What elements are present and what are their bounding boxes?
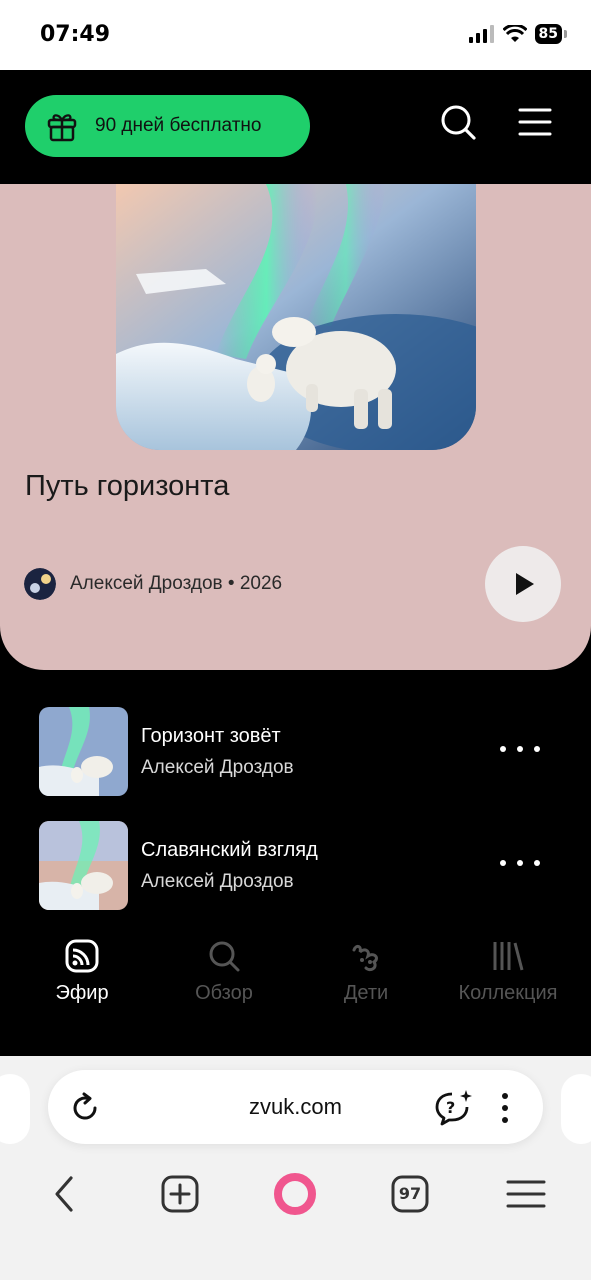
track-artist: Алексей Дроздов	[141, 757, 294, 778]
battery-icon	[564, 30, 567, 38]
track-cover	[39, 707, 128, 796]
previous-tab-preview[interactable]	[0, 1074, 30, 1144]
search-icon	[209, 941, 240, 972]
search-icon[interactable]	[436, 100, 480, 144]
tab-count: 97	[398, 1184, 422, 1203]
new-tab-button[interactable]	[152, 1166, 208, 1222]
album-cover[interactable]	[116, 184, 476, 450]
bottom-tab-bar: Эфир Обзор Дети Коллекция	[0, 930, 591, 1056]
track-artist: Алексей Дроздов	[141, 871, 294, 892]
tab-label: Обзор	[195, 982, 253, 1004]
release-meta[interactable]: Алексей Дроздов • 2026	[70, 573, 282, 595]
list-item[interactable]: Горизонт зовёт Алексей Дроздов	[0, 707, 591, 797]
tabs-button[interactable]: 97	[382, 1166, 438, 1222]
svg-text:?: ?	[446, 1098, 455, 1117]
tab-deti[interactable]: Дети	[296, 938, 436, 1005]
status-icons: 85	[468, 24, 567, 44]
assistant-icon[interactable]: ?	[434, 1088, 474, 1128]
gift-icon	[47, 114, 77, 142]
cover-artwork	[116, 184, 476, 450]
wifi-icon	[502, 25, 527, 42]
alice-button[interactable]	[267, 1166, 323, 1222]
list-item[interactable]: Славянский взгляд Алексей Дроздов	[0, 821, 591, 911]
kids-icon	[352, 944, 378, 972]
avatar[interactable]	[24, 568, 56, 600]
library-icon	[493, 942, 524, 971]
release-card: Путь горизонта Алексей Дроздов • 2026	[0, 184, 591, 670]
track-cover	[39, 821, 128, 910]
tab-kollekciya[interactable]: Коллекция	[438, 938, 578, 1005]
signal-icon	[468, 25, 494, 43]
track-title: Горизонт зовёт	[141, 725, 281, 747]
back-button[interactable]	[36, 1166, 92, 1222]
more-icon[interactable]	[500, 737, 540, 761]
track-title: Славянский взгляд	[141, 839, 318, 861]
menu-icon[interactable]	[512, 100, 556, 144]
broadcast-icon	[65, 939, 99, 973]
tabs-icon: 97	[391, 1175, 429, 1213]
more-icon[interactable]	[500, 851, 540, 875]
back-icon	[55, 1176, 73, 1212]
app-header: 90 дней бесплатно	[0, 70, 591, 184]
tab-efir[interactable]: Эфир	[12, 938, 152, 1005]
battery-level: 85	[534, 24, 562, 44]
promo-button[interactable]: 90 дней бесплатно	[25, 95, 310, 157]
address-bar[interactable]: zvuk.com ?	[48, 1070, 543, 1144]
promo-label: 90 дней бесплатно	[95, 115, 262, 136]
tab-label: Эфир	[55, 982, 109, 1004]
next-tab-preview[interactable]	[561, 1074, 591, 1144]
new-tab-icon	[161, 1175, 199, 1213]
browser-toolbar: zvuk.com ? 97	[0, 1056, 591, 1280]
status-time: 07:49	[40, 22, 111, 47]
tab-label: Коллекция	[458, 982, 558, 1004]
play-button[interactable]	[485, 546, 561, 622]
menu-icon	[506, 1180, 546, 1208]
tab-label: Дети	[343, 982, 389, 1004]
tab-obzor[interactable]: Обзор	[154, 938, 294, 1005]
play-icon	[516, 573, 534, 595]
release-title: Путь горизонта	[25, 470, 230, 502]
alice-icon	[274, 1173, 316, 1215]
status-bar: 07:49 85	[0, 0, 591, 70]
browser-menu-button[interactable]	[498, 1166, 554, 1222]
more-vertical-icon[interactable]	[495, 1091, 515, 1125]
